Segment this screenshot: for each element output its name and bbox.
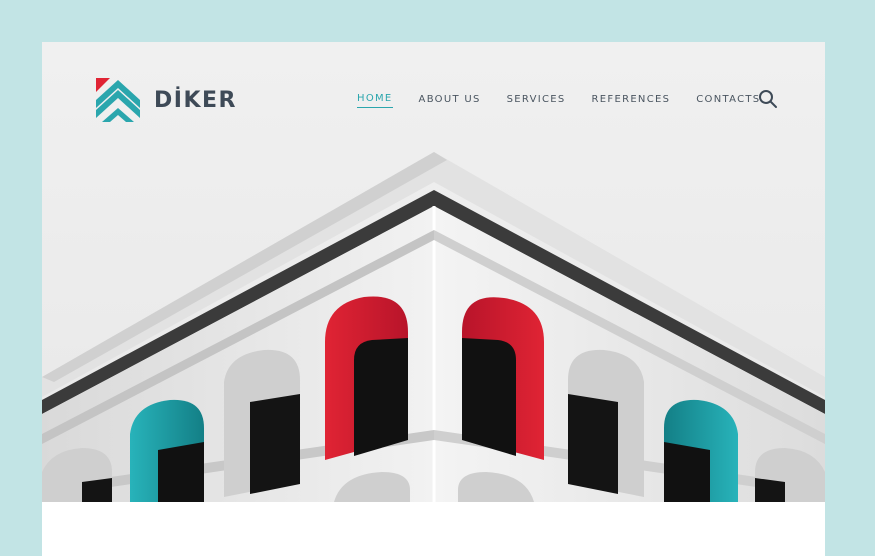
nav-home[interactable]: HOME [357,93,393,108]
brand-name: DİKER [154,87,237,113]
site-header: DİKER HOME ABOUT US SERVICES REFERENCES … [42,42,825,157]
site-logo[interactable]: DİKER [96,78,237,122]
nav-services[interactable]: SERVICES [507,94,566,108]
nav-references[interactable]: REFERENCES [592,94,671,108]
logo-mark-icon [96,78,140,122]
content-area [42,502,825,556]
nav-contacts[interactable]: CONTACTS [696,94,760,108]
main-nav: HOME ABOUT US SERVICES REFERENCES CONTAC… [357,93,786,108]
search-button[interactable] [758,89,778,109]
website-card: DİKER HOME ABOUT US SERVICES REFERENCES … [42,42,825,556]
search-icon [759,90,777,108]
nav-about-us[interactable]: ABOUT US [419,94,481,108]
